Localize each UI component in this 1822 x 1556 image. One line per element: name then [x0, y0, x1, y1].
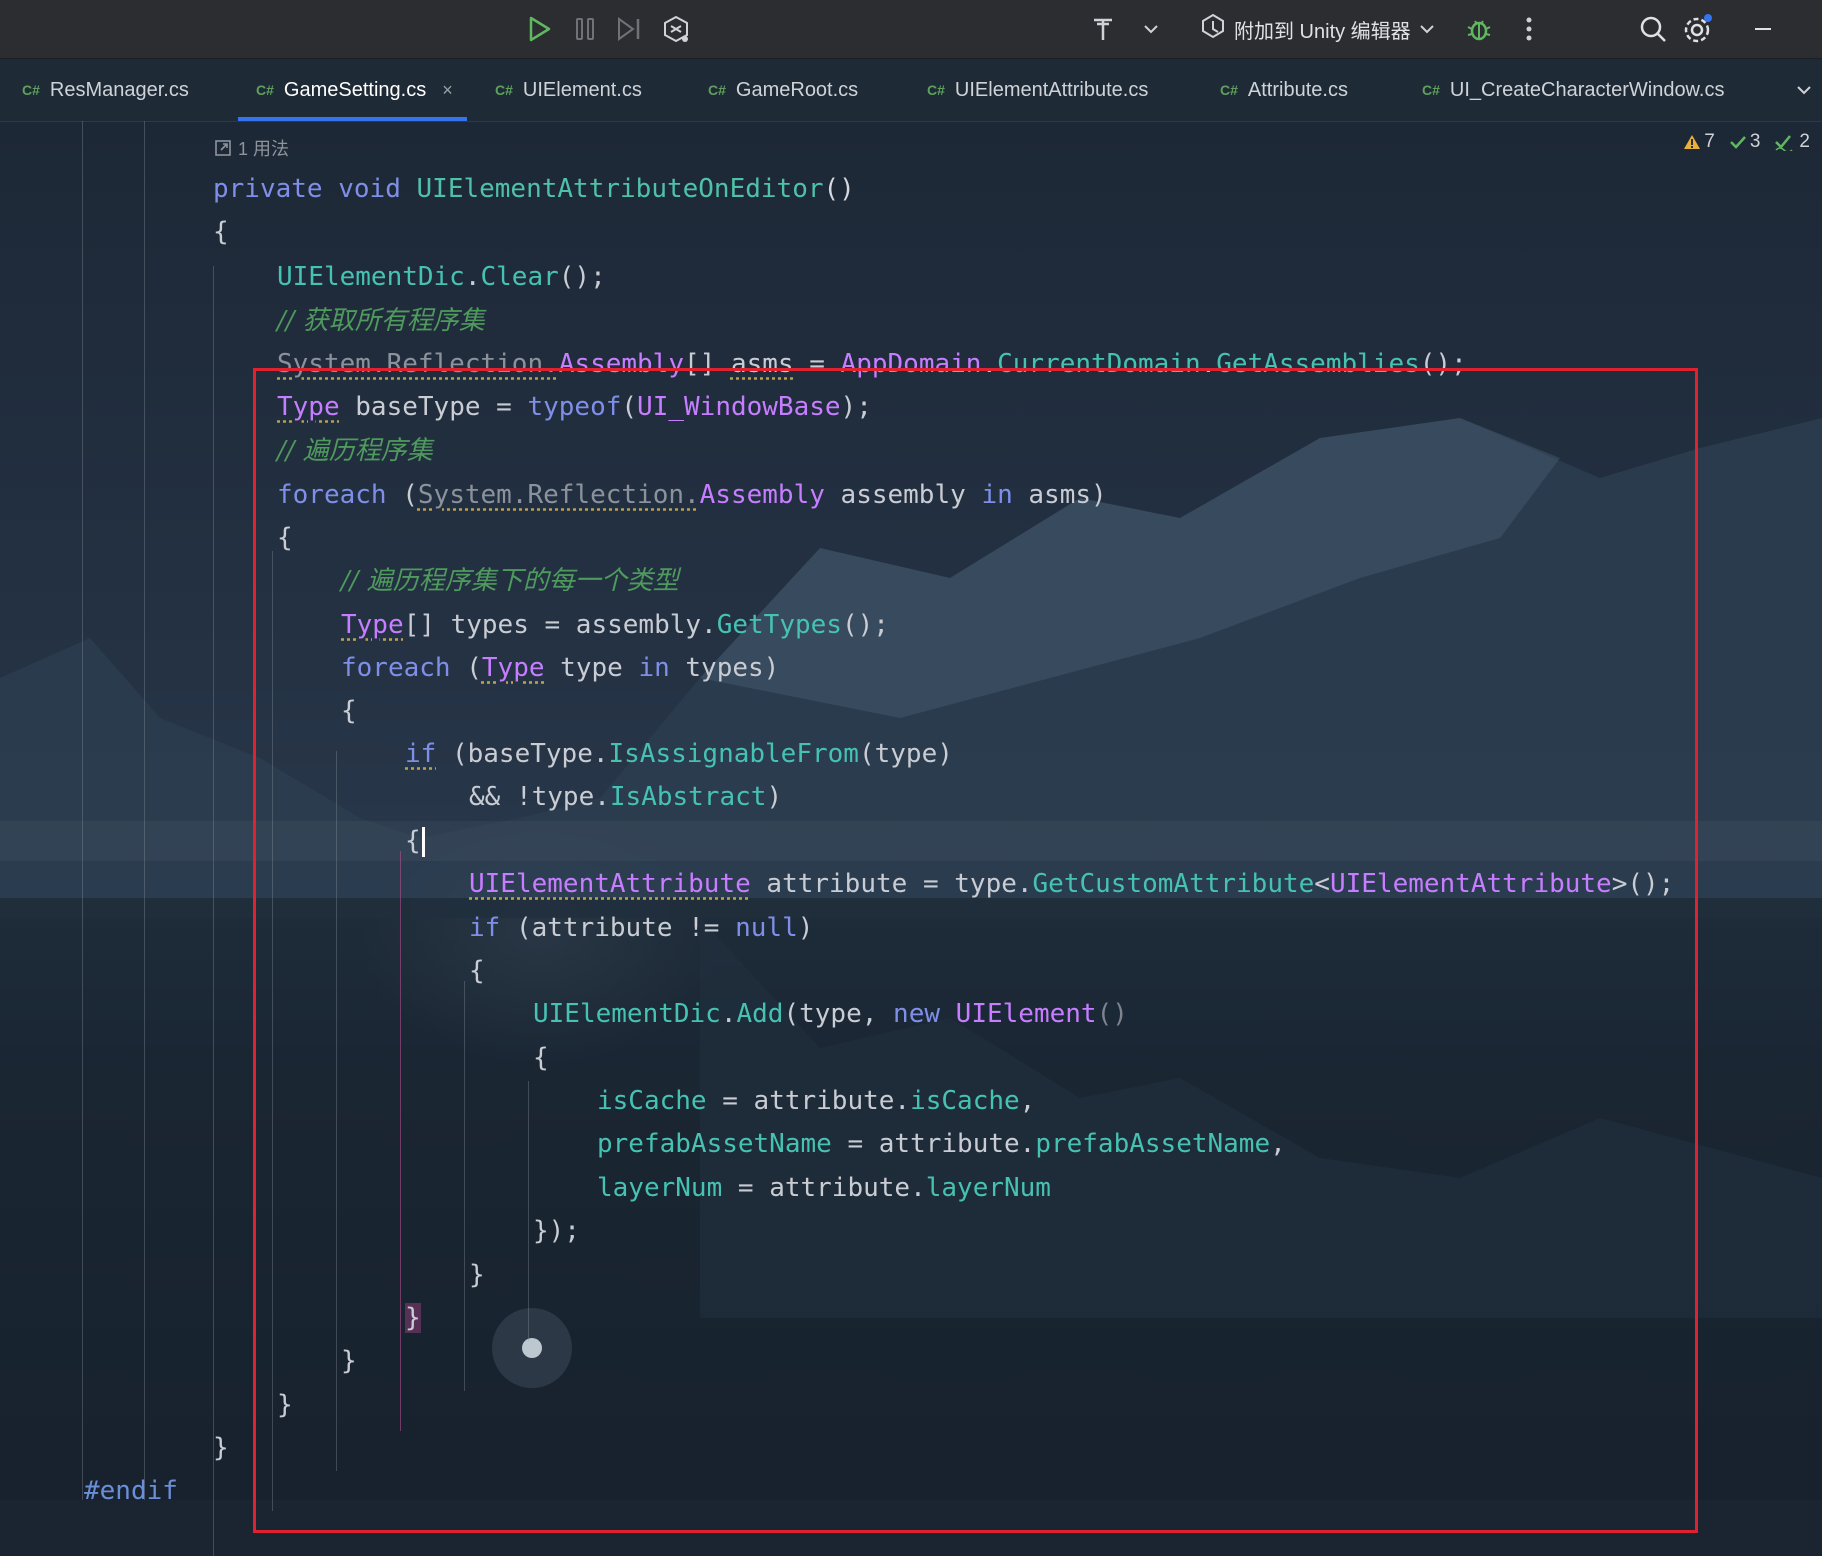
csharp-file-icon: C# [256, 82, 274, 98]
code-editor[interactable]: 1 用法 7 3 2 private void UIElementAttribu… [0, 121, 1822, 1556]
tab-label: GameRoot.cs [735, 78, 859, 101]
dropdown-icon[interactable] [1140, 12, 1162, 46]
tab-label: Attribute.cs [1247, 78, 1348, 101]
highlight-annotation-box [253, 368, 1698, 1533]
unity-debug-icon[interactable] [658, 12, 694, 46]
csharp-file-icon: C# [1220, 82, 1238, 98]
check-icon [1729, 136, 1746, 149]
csharp-file-icon: C# [927, 82, 945, 98]
external-link-icon [215, 140, 231, 156]
attach-to-unity-selector[interactable]: 附加到 Unity 编辑器 [1200, 12, 1435, 46]
tab-label: ResManager.cs [49, 78, 189, 101]
csharp-file-icon: C# [22, 82, 40, 98]
warning-icon [1684, 135, 1701, 149]
run-icon[interactable] [522, 12, 556, 46]
csharp-file-icon: C# [1422, 82, 1440, 98]
ok-count: 3 [1729, 131, 1760, 153]
preprocessor-directive: #endif [84, 1476, 178, 1506]
usages-hint[interactable]: 1 用法 [214, 135, 289, 161]
pause-icon[interactable] [568, 12, 602, 46]
tab-resmanager[interactable]: C# ResManager.cs [22, 59, 189, 121]
more-icon[interactable] [1514, 12, 1544, 46]
tab-uielement[interactable]: C# UIElement.cs [495, 59, 642, 121]
tab-label: UIElement.cs [522, 78, 642, 101]
minimize-icon[interactable] [1748, 12, 1778, 46]
tab-gamesetting[interactable]: C# GameSetting.cs × [238, 59, 467, 121]
unity-icon [1200, 13, 1226, 45]
code-line: UIElementDic.Clear(); [277, 262, 606, 292]
tab-ui-createcharacterwindow[interactable]: C# UI_CreateCharacterWindow.cs [1422, 59, 1724, 121]
typo-count: 2 [1774, 131, 1810, 153]
attach-label: 附加到 Unity 编辑器 [1234, 20, 1411, 43]
warning-count: 7 [1683, 131, 1715, 153]
tab-gameroot[interactable]: C# GameRoot.cs [708, 59, 858, 121]
editor-tab-bar: C# ResManager.cs C# GameSetting.cs × C# … [0, 59, 1822, 122]
indent-guide [144, 121, 145, 1500]
indent-guide [82, 121, 83, 1500]
tab-uielementattribute[interactable]: C# UIElementAttribute.cs [927, 59, 1148, 121]
usages-label: 1 用法 [238, 139, 290, 159]
csharp-file-icon: C# [708, 82, 726, 98]
step-icon[interactable] [612, 12, 646, 46]
tab-label: GameSetting.cs [283, 78, 427, 101]
code-line: { [213, 217, 229, 247]
code-line: } [213, 1433, 229, 1463]
csharp-file-icon: C# [495, 82, 513, 98]
settings-icon[interactable] [1680, 12, 1716, 46]
chevron-down-icon [1419, 18, 1435, 41]
code-text: private void UIElementAttributeOnEditor(… [0, 121, 1674, 1506]
inspection-widget[interactable]: 7 3 2 [1683, 131, 1810, 153]
close-icon[interactable]: × [442, 80, 453, 101]
spellcheck-icon [1775, 135, 1793, 151]
indent-guide [213, 266, 214, 1556]
code-comment: // 获取所有程序集 [277, 306, 485, 336]
search-icon[interactable] [1636, 12, 1670, 46]
bug-icon[interactable] [1462, 12, 1496, 46]
tab-label: UI_CreateCharacterWindow.cs [1449, 78, 1725, 101]
build-icon[interactable] [1088, 12, 1118, 46]
tabs-overflow-chevron-icon[interactable] [1796, 59, 1812, 121]
main-toolbar: 附加到 Unity 编辑器 [0, 0, 1822, 59]
tab-label: UIElementAttribute.cs [954, 78, 1149, 101]
method-signature: private void UIElementAttributeOnEditor(… [213, 174, 855, 204]
tab-attribute[interactable]: C# Attribute.cs [1220, 59, 1348, 121]
